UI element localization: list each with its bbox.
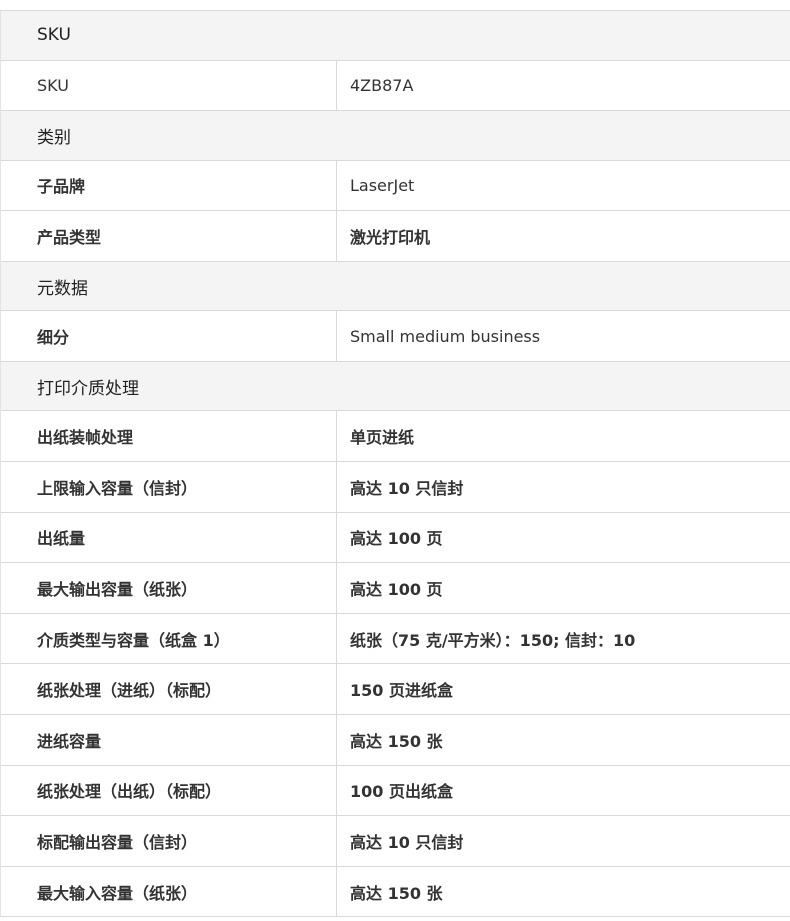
spec-label: 进纸容量 bbox=[1, 714, 337, 765]
spec-label: 介质类型与容量（纸盒 1） bbox=[1, 613, 337, 664]
spec-value: LaserJet bbox=[350, 175, 415, 195]
spec-value: 100 页出纸盒 bbox=[350, 782, 453, 802]
table-row: 子品牌 LaserJet bbox=[1, 160, 790, 212]
spec-value: 4ZB87A bbox=[350, 75, 414, 95]
spec-value: 高达 150 张 bbox=[350, 883, 443, 903]
spec-value: 高达 10 只信封 bbox=[350, 478, 464, 498]
spec-value: 高达 10 只信封 bbox=[350, 832, 464, 852]
spec-value: 高达 150 张 bbox=[350, 731, 443, 751]
spec-label: 标配输出容量（信封） bbox=[1, 816, 337, 866]
spec-label: 出纸装帧处理 bbox=[1, 411, 337, 461]
table-row: 最大输入容量（纸张） 高达 150 张 bbox=[1, 866, 790, 918]
section-header-category: 类别 bbox=[1, 111, 790, 161]
section-title: 类别 bbox=[37, 127, 71, 148]
section-header-media-handling: 打印介质处理 bbox=[1, 361, 790, 412]
table-row: 上限输入容量（信封） 高达 10 只信封 bbox=[1, 461, 790, 513]
table-row: 纸张处理（出纸）（标配） 100 页出纸盒 bbox=[1, 765, 790, 817]
table-row: 最大输出容量（纸张） 高达 100 页 bbox=[1, 563, 790, 614]
table-row: 产品类型 激光打印机 bbox=[1, 211, 790, 262]
spec-label: 最大输入容量（纸张） bbox=[1, 866, 337, 917]
spec-value: 高达 100 页 bbox=[350, 579, 443, 599]
section-header-metadata: 元数据 bbox=[1, 261, 790, 312]
section-header-sku: SKU bbox=[1, 11, 790, 61]
table-row: 出纸装帧处理 单页进纸 bbox=[1, 411, 790, 462]
spec-label: 最大输出容量（纸张） bbox=[1, 563, 337, 613]
spec-value: 纸张（75 克/平方米）：150; 信封：10 bbox=[350, 630, 636, 650]
spec-label: 上限输入容量（信封） bbox=[1, 461, 337, 512]
spec-value: 高达 100 页 bbox=[350, 529, 443, 549]
table-row: SKU 4ZB87A bbox=[1, 60, 790, 112]
spec-label: 产品类型 bbox=[1, 211, 337, 261]
table-row: 进纸容量 高达 150 张 bbox=[1, 714, 790, 766]
table-row: 标配输出容量（信封） 高达 10 只信封 bbox=[1, 816, 790, 867]
spec-label: 纸张处理（出纸）（标配） bbox=[1, 765, 337, 816]
section-title: 打印介质处理 bbox=[37, 378, 139, 399]
section-title: SKU bbox=[37, 25, 71, 46]
spec-label: SKU bbox=[1, 60, 337, 111]
table-row: 细分 Small medium business bbox=[1, 311, 790, 362]
spec-label: 细分 bbox=[1, 311, 337, 361]
table-row: 介质类型与容量（纸盒 1） 纸张（75 克/平方米）：150; 信封：10 bbox=[1, 613, 790, 665]
spec-label: 纸张处理（进纸）（标配） bbox=[1, 664, 337, 714]
spec-value: Small medium business bbox=[350, 326, 541, 346]
spec-value: 单页进纸 bbox=[350, 428, 415, 448]
spec-label: 出纸量 bbox=[1, 512, 337, 563]
table-row: 出纸量 高达 100 页 bbox=[1, 512, 790, 564]
table-row: 纸张处理（进纸）（标配） 150 页进纸盒 bbox=[1, 664, 790, 715]
spec-value: 150 页进纸盒 bbox=[350, 681, 453, 701]
spec-label: 子品牌 bbox=[1, 160, 337, 211]
section-title: 元数据 bbox=[37, 278, 88, 299]
spec-table: SKU SKU 4ZB87A 类别 子品牌 LaserJet 产品类型 激光打印… bbox=[0, 10, 790, 918]
spec-value: 激光打印机 bbox=[350, 227, 431, 247]
